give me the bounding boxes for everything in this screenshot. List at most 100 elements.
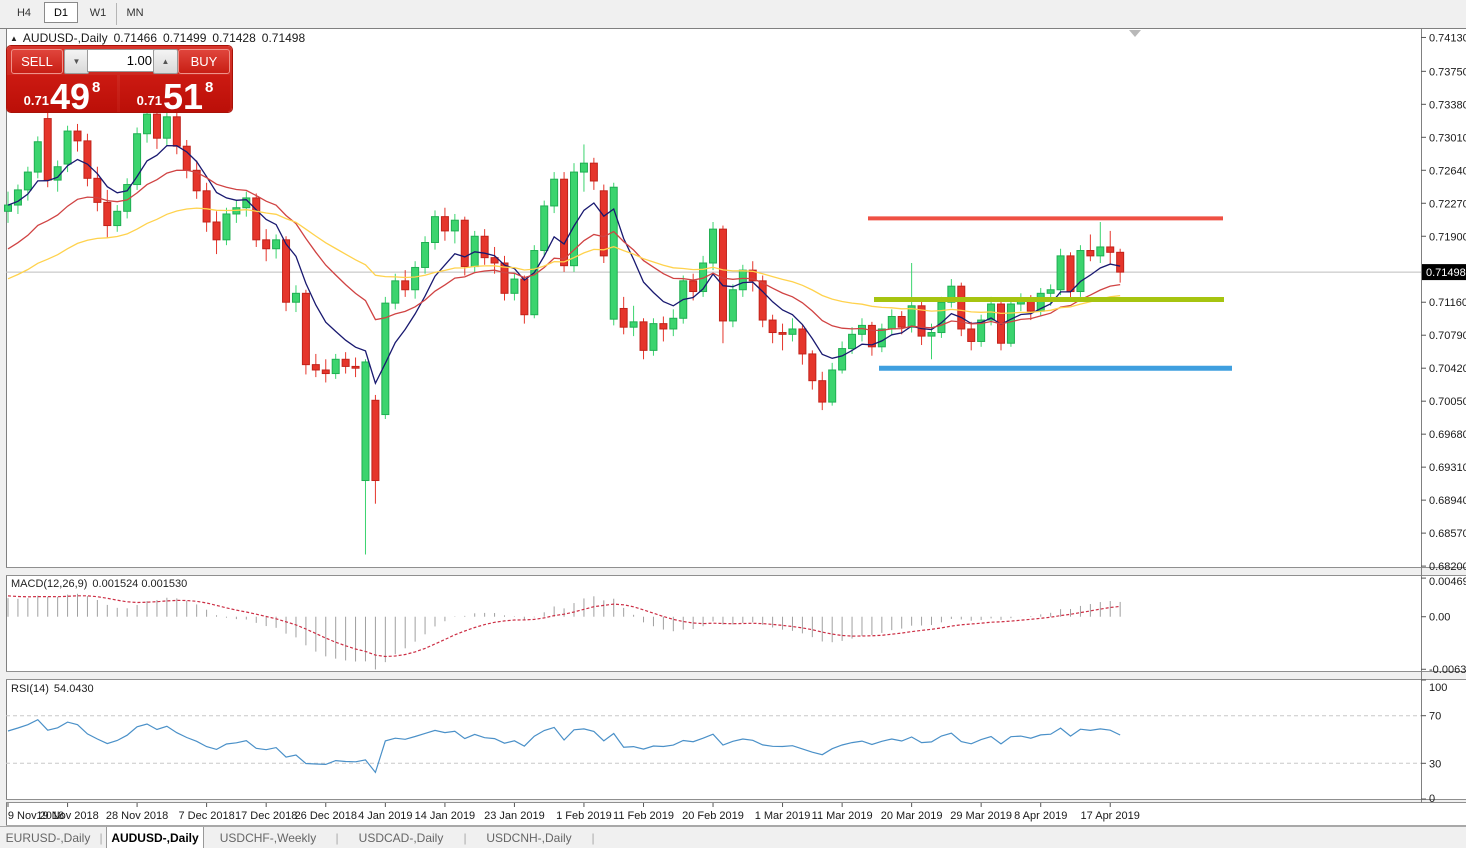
candle-body bbox=[670, 318, 677, 329]
macd-values: 0.001524 0.001530 bbox=[92, 578, 187, 590]
sell-price-display[interactable]: 0.71498 bbox=[7, 75, 117, 112]
candle-body bbox=[431, 217, 438, 243]
volume-decrease-button[interactable]: ▼ bbox=[64, 49, 89, 74]
symbol-tab-AUDUSD[interactable]: AUDUSD-,Daily bbox=[106, 827, 204, 848]
date-axis-label: 14 Jan 2019 bbox=[415, 810, 476, 822]
symbol-tab-USDCAD[interactable]: USDCAD-,Daily bbox=[342, 827, 460, 848]
candle-body bbox=[34, 142, 41, 172]
candle-body bbox=[710, 229, 717, 263]
macd-name: MACD(12,26,9) bbox=[11, 578, 87, 590]
candle-body bbox=[511, 279, 518, 293]
rsi-axis-label: 100 bbox=[1429, 682, 1447, 694]
sell-price-prefix: 0.71 bbox=[24, 93, 49, 108]
price-axis-label: 0.69680 bbox=[1429, 429, 1466, 441]
candle-body bbox=[541, 206, 548, 251]
tab-separator: | bbox=[332, 827, 342, 848]
candle-body bbox=[660, 324, 667, 329]
date-axis-label: 26 Dec 2018 bbox=[295, 810, 357, 822]
date-axis-label: 20 Feb 2019 bbox=[682, 810, 744, 822]
macd-axis-label: 0.00 bbox=[1429, 612, 1450, 624]
date-axis-label: 28 Nov 2018 bbox=[106, 810, 168, 822]
period-tab-W1[interactable]: W1 bbox=[81, 2, 115, 23]
candle-body bbox=[1087, 251, 1094, 256]
candle-body bbox=[173, 117, 180, 146]
collapse-panel-icon[interactable]: ▲ bbox=[10, 34, 18, 43]
candle-body bbox=[600, 191, 607, 256]
candle-body bbox=[163, 117, 170, 138]
candle-body bbox=[630, 322, 637, 327]
buy-button[interactable]: BUY bbox=[178, 49, 230, 74]
candle-body bbox=[74, 131, 81, 141]
candle-body bbox=[928, 333, 935, 337]
high-value: 0.71499 bbox=[163, 31, 206, 45]
period-tab-D1[interactable]: D1 bbox=[44, 2, 78, 23]
sell-price-big: 49 bbox=[50, 82, 90, 112]
candle-body bbox=[64, 131, 71, 164]
date-axis-label: 8 Apr 2019 bbox=[1014, 810, 1067, 822]
sell-button[interactable]: SELL bbox=[11, 49, 63, 74]
symbol-tab-USDCNH[interactable]: USDCNH-,Daily bbox=[470, 827, 588, 848]
candle-body bbox=[1057, 256, 1064, 290]
price-axis-label: 0.69310 bbox=[1429, 462, 1466, 474]
date-axis-label: 1 Mar 2019 bbox=[755, 810, 811, 822]
period-tab-H4[interactable]: H4 bbox=[7, 2, 41, 23]
buy-price-pip: 8 bbox=[205, 79, 213, 96]
symbol-period-label: AUDUSD-,Daily bbox=[23, 31, 108, 45]
candle-body bbox=[362, 362, 369, 481]
candle-body bbox=[5, 205, 12, 211]
candle-body bbox=[1117, 252, 1124, 272]
candle-body bbox=[878, 329, 885, 347]
candle-body bbox=[1047, 290, 1054, 294]
candle-body bbox=[44, 119, 51, 181]
price-axis-label: 0.74130 bbox=[1429, 32, 1466, 44]
candle-body bbox=[739, 270, 746, 290]
price-axis-label: 0.72270 bbox=[1429, 198, 1466, 210]
date-axis-label: 1 Feb 2019 bbox=[556, 810, 612, 822]
rsi-value: 54.0430 bbox=[54, 683, 94, 695]
candle-body bbox=[213, 222, 220, 240]
candle-body bbox=[1077, 251, 1084, 292]
buy-price-prefix: 0.71 bbox=[137, 93, 162, 108]
symbol-tab-USDCHF[interactable]: USDCHF-,Weekly bbox=[204, 827, 332, 848]
trade-prices-row: 0.71498 0.71518 bbox=[7, 75, 232, 112]
price-axis-label: 0.72640 bbox=[1429, 165, 1466, 177]
price-axis-label: 0.70050 bbox=[1429, 396, 1466, 408]
close-value: 0.71498 bbox=[262, 31, 305, 45]
candle-body bbox=[273, 240, 280, 249]
candle-body bbox=[521, 279, 528, 315]
date-axis-label: 23 Jan 2019 bbox=[484, 810, 545, 822]
price-axis-label: 0.68570 bbox=[1429, 528, 1466, 540]
price-axis-label: 0.73750 bbox=[1429, 66, 1466, 78]
bid-price-tag-text: 0.71498 bbox=[1426, 267, 1466, 279]
candle-body bbox=[412, 267, 419, 289]
candle-body bbox=[352, 366, 359, 368]
candle-body bbox=[451, 220, 458, 231]
period-tab-MN[interactable]: MN bbox=[118, 2, 152, 23]
one-click-trading-panel: SELL ▼ ▲ BUY 0.71498 0.71518 bbox=[7, 46, 232, 112]
period-toolbar: H4D1W1MN bbox=[0, 0, 1466, 29]
date-axis-label: 20 Mar 2019 bbox=[881, 810, 943, 822]
rsi-axis-label: 0 bbox=[1429, 793, 1435, 805]
candle-body bbox=[551, 179, 558, 206]
volume-input[interactable] bbox=[87, 49, 157, 72]
chart-tabs-bar: EURUSD-,Daily | AUDUSD-,DailyUSDCHF-,Weekl… bbox=[0, 826, 1466, 848]
candle-body bbox=[253, 198, 260, 240]
price-axis-label: 0.68200 bbox=[1429, 561, 1466, 573]
volume-increase-button[interactable]: ▲ bbox=[153, 49, 178, 74]
tab-separator: | bbox=[460, 827, 470, 848]
rsi-axis-label: 70 bbox=[1429, 711, 1441, 723]
candle-body bbox=[729, 290, 736, 321]
candle-body bbox=[322, 370, 329, 374]
candle-body bbox=[809, 354, 816, 381]
panel-divider[interactable] bbox=[6, 568, 1466, 576]
macd-axis-label: 0.004694 bbox=[1429, 576, 1466, 588]
symbol-tab-EURUSD[interactable]: EURUSD-,Daily bbox=[0, 827, 96, 848]
buy-price-display[interactable]: 0.71518 bbox=[120, 75, 230, 112]
chart-canvas[interactable]: 0.741300.737500.733800.730100.726400.722… bbox=[0, 0, 1466, 848]
candle-body bbox=[769, 320, 776, 332]
panel-divider[interactable] bbox=[6, 672, 1466, 680]
buy-price-big: 51 bbox=[163, 82, 203, 112]
toolbar-divider bbox=[116, 3, 117, 25]
candle-body bbox=[799, 329, 806, 354]
date-axis-label: 19 Nov 2018 bbox=[36, 810, 98, 822]
